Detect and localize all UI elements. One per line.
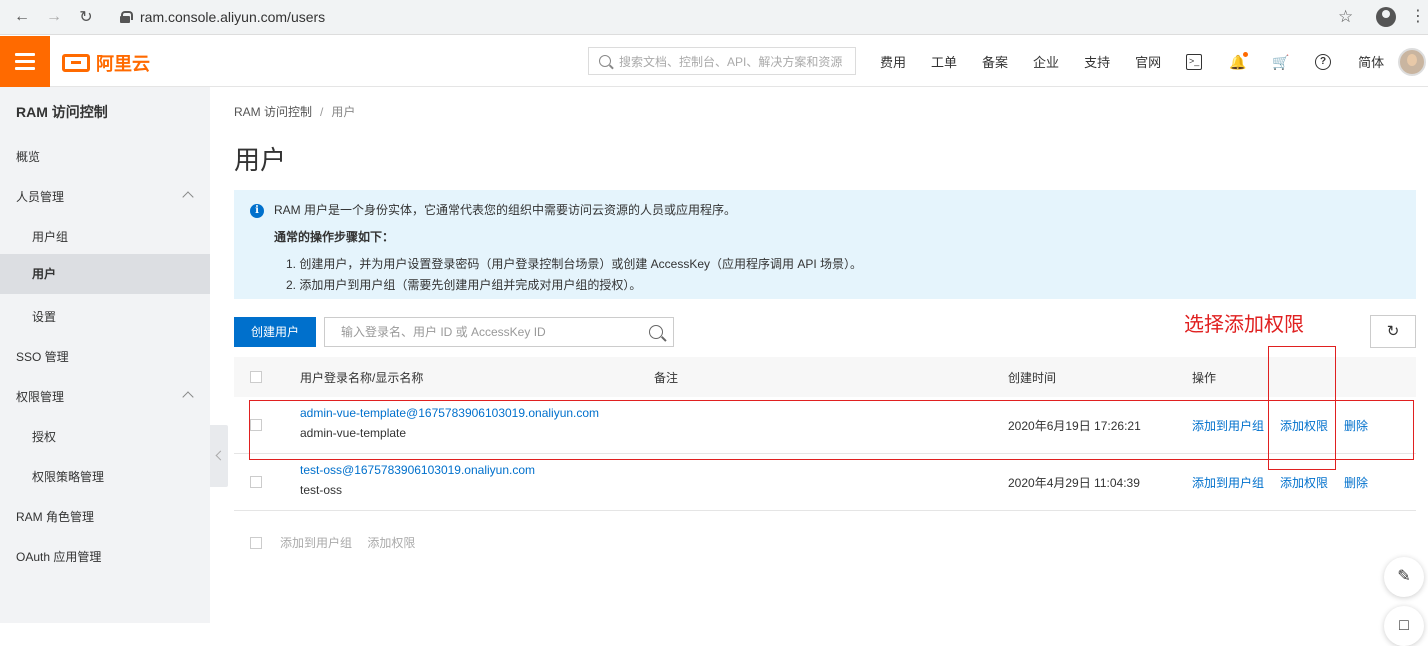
address-bar[interactable]: ram.console.aliyun.com/users xyxy=(106,3,1368,31)
bulk-actions: 添加到用户组 添加权限 xyxy=(280,534,427,551)
sidebar-collapse-handle[interactable] xyxy=(210,425,228,487)
sidebar-item-policies[interactable]: 权限策略管理 xyxy=(0,457,210,497)
info-step-2: 2. 添加用户到用户组（需要先创建用户组并完成对用户组的授权）。 xyxy=(286,278,642,292)
nav-link-support[interactable]: 支持 xyxy=(1084,52,1110,71)
hamburger-menu-button[interactable] xyxy=(0,36,50,87)
help-icon[interactable]: ? xyxy=(1315,53,1332,70)
bulk-add-to-group-button[interactable]: 添加到用户组 xyxy=(280,536,352,550)
feedback-icon[interactable]: ✎ xyxy=(1384,557,1424,597)
sidebar-item-settings[interactable]: 设置 xyxy=(0,297,210,337)
search-icon[interactable] xyxy=(649,325,663,339)
sidebar-item-label: 用户 xyxy=(32,267,57,281)
page-title: 用户 xyxy=(234,145,287,175)
user-search-input[interactable] xyxy=(325,318,625,346)
bulk-select-checkbox[interactable] xyxy=(250,537,262,549)
browser-menu-icon[interactable]: ⋮ xyxy=(1410,6,1426,28)
user-display-name: test-oss xyxy=(300,483,343,497)
info-text: RAM 用户是一个身份实体，它通常代表您的组织中需要访问云资源的人员或应用程序。 xyxy=(274,203,737,217)
sidebar-item-grants[interactable]: 授权 xyxy=(0,417,210,457)
sidebar-item-label: 权限策略管理 xyxy=(32,470,105,484)
forward-arrow-icon[interactable]: → xyxy=(40,3,68,31)
sidebar-item-label: 用户组 xyxy=(32,230,69,244)
bulk-add-permission-button[interactable]: 添加权限 xyxy=(367,536,415,550)
sidebar-item-label: 设置 xyxy=(32,310,57,324)
header-links: 费用 工单 备案 企业 支持 官网 >_ 🔔 🛒 ? 简体 xyxy=(880,36,1409,87)
logo-text: 阿里云 xyxy=(96,54,150,74)
terminal-icon[interactable]: >_ xyxy=(1186,53,1203,70)
sidebar-title: RAM 访问控制 xyxy=(16,104,108,120)
nav-link-official-site[interactable]: 官网 xyxy=(1135,52,1161,71)
nav-link-enterprise[interactable]: 企业 xyxy=(1033,52,1059,71)
breadcrumb: RAM 访问控制 / 用户 xyxy=(234,103,355,120)
info-heading: 通常的操作步骤如下： xyxy=(274,230,395,244)
search-icon xyxy=(599,55,611,67)
sidebar-item-label: RAM 角色管理 xyxy=(16,510,95,524)
cart-icon[interactable]: 🛒 xyxy=(1272,54,1289,70)
info-step-1: 1. 创建用户，并为用户设置登录密码（用户登录控制台场景）或创建 AccessK… xyxy=(286,257,863,271)
sidebar-item-label: SSO 管理 xyxy=(16,350,69,364)
aliyun-logo-icon xyxy=(62,54,90,72)
sidebar-item-oauth[interactable]: OAuth 应用管理 xyxy=(0,537,210,577)
sidebar-item-users[interactable]: 用户 xyxy=(0,254,210,294)
bell-icon[interactable]: 🔔 xyxy=(1229,51,1249,70)
chat-icon[interactable]: □ xyxy=(1384,606,1424,646)
breadcrumb-current: 用户 xyxy=(331,105,356,119)
global-search-input[interactable]: 搜索文档、控制台、API、解决方案和资源 xyxy=(588,47,856,75)
row-checkbox[interactable] xyxy=(250,476,262,488)
created-time: 2020年4月29日 11:04:39 xyxy=(1008,476,1140,490)
lock-icon xyxy=(120,11,133,23)
annotation-text: 选择添加权限 xyxy=(1184,314,1304,336)
sidebar-item-sso[interactable]: SSO 管理 xyxy=(0,337,210,377)
sidebar-item-groups[interactable]: 用户组 xyxy=(0,217,210,257)
sidebar-item-permissions[interactable]: 权限管理 xyxy=(0,377,210,417)
profile-icon[interactable] xyxy=(1376,7,1396,27)
breadcrumb-separator: / xyxy=(320,105,324,119)
refresh-button[interactable]: ↻ xyxy=(1370,315,1416,348)
chevron-up-icon xyxy=(182,391,194,403)
breadcrumb-root[interactable]: RAM 访问控制 xyxy=(234,105,312,119)
global-search-placeholder: 搜索文档、控制台、API、解决方案和资源 xyxy=(619,54,843,69)
add-to-group-link[interactable]: 添加到用户组 xyxy=(1192,474,1264,491)
reload-icon[interactable]: ↻ xyxy=(72,3,100,31)
aliyun-logo[interactable]: 阿里云 xyxy=(62,50,150,76)
sidebar: RAM 访问控制 概览 人员管理 用户组 用户 设置 SSO 管理 权限管理 授… xyxy=(0,87,210,623)
column-header-actions: 操作 xyxy=(1192,371,1217,385)
table-row: test-oss@1675783906103019.onaliyun.com t… xyxy=(234,454,1416,511)
user-search-field xyxy=(324,317,674,347)
nav-link-icp[interactable]: 备案 xyxy=(982,52,1008,71)
row-highlight-box xyxy=(249,400,1414,460)
permission-column-highlight-box xyxy=(1268,346,1336,470)
chevron-up-icon xyxy=(182,191,194,203)
back-arrow-icon[interactable]: ← xyxy=(8,3,36,31)
nav-link-billing[interactable]: 费用 xyxy=(880,52,906,71)
sidebar-item-identities[interactable]: 人员管理 xyxy=(0,177,210,217)
browser-toolbar: ← → ↻ ram.console.aliyun.com/users ☆ ⋮ xyxy=(0,0,1428,35)
url-text: ram.console.aliyun.com/users xyxy=(140,9,326,25)
select-all-checkbox[interactable] xyxy=(250,371,262,383)
language-switch[interactable]: 简体 xyxy=(1358,52,1384,71)
column-header-created: 创建时间 xyxy=(1008,371,1057,385)
console-header: 阿里云 搜索文档、控制台、API、解决方案和资源 费用 工单 备案 企业 支持 … xyxy=(0,36,1428,87)
delete-link[interactable]: 删除 xyxy=(1344,474,1368,491)
sidebar-item-roles[interactable]: RAM 角色管理 xyxy=(0,497,210,537)
sidebar-item-label: OAuth 应用管理 xyxy=(16,550,102,564)
sidebar-item-label: 概览 xyxy=(16,150,41,164)
nav-link-tickets[interactable]: 工单 xyxy=(931,52,957,71)
add-permission-link[interactable]: 添加权限 xyxy=(1280,474,1328,491)
table-header: 用户登录名称/显示名称 备注 创建时间 操作 xyxy=(234,357,1416,397)
sidebar-item-label: 人员管理 xyxy=(16,190,65,204)
avatar[interactable] xyxy=(1398,48,1426,76)
bookmark-star-icon[interactable]: ☆ xyxy=(1338,7,1353,27)
sidebar-item-overview[interactable]: 概览 xyxy=(0,137,210,177)
create-user-button[interactable]: 创建用户 xyxy=(234,317,316,347)
info-banner: i RAM 用户是一个身份实体，它通常代表您的组织中需要访问云资源的人员或应用程… xyxy=(234,190,1416,299)
user-login-link[interactable]: test-oss@1675783906103019.onaliyun.com xyxy=(300,463,535,477)
column-header-note: 备注 xyxy=(654,371,679,385)
info-icon: i xyxy=(250,204,264,218)
sidebar-item-label: 授权 xyxy=(32,430,57,444)
column-header-login: 用户登录名称/显示名称 xyxy=(300,371,424,385)
refresh-icon: ↻ xyxy=(1386,323,1400,340)
sidebar-item-label: 权限管理 xyxy=(16,390,65,404)
